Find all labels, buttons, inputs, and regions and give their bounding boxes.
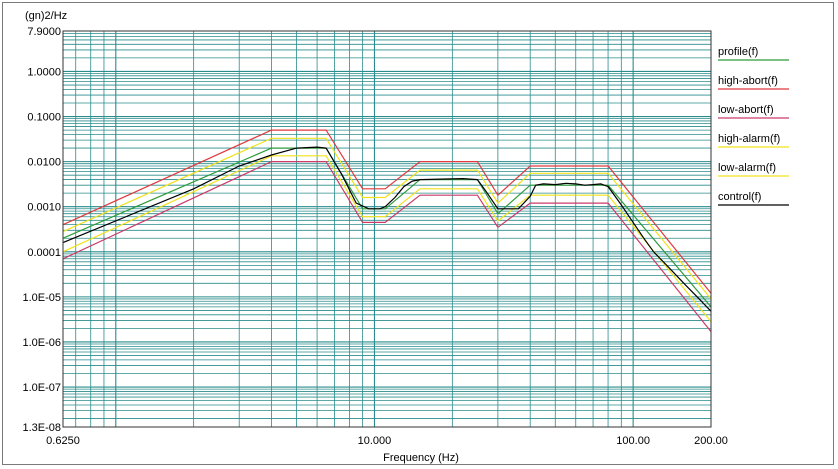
legend-label: high-alarm(f) bbox=[718, 133, 780, 145]
y-tick-labels: 7.9000 1.0000 0.1000 0.0100 0.0010 0.0001 1.0E… bbox=[22, 26, 61, 434]
y-tick-label: 7.9000 bbox=[27, 26, 61, 38]
y-tick-label: 1.0E-05 bbox=[22, 292, 61, 304]
x-tick-labels: 0.6250 10.000 100.00 200.00 bbox=[46, 435, 728, 447]
series-line-high-alarmf bbox=[62, 137, 712, 300]
legend-label: low-alarm(f) bbox=[718, 162, 776, 174]
legend-label: control(f) bbox=[718, 191, 761, 203]
y-tick-label: 0.0100 bbox=[27, 157, 61, 169]
chart-frame: (gn)2/Hz Frequency (Hz) 7.9000 1.0000 0.10… bbox=[2, 2, 834, 465]
legend-label: low-abort(f) bbox=[718, 104, 774, 116]
y-tick-label: 0.0001 bbox=[27, 247, 61, 259]
y-tick-label: 1.0000 bbox=[27, 66, 61, 78]
legend-label: profile(f) bbox=[718, 46, 758, 58]
chart-svg: (gn)2/Hz Frequency (Hz) 7.9000 1.0000 0.10… bbox=[22, 10, 789, 464]
x-tick-label: 200.00 bbox=[694, 435, 728, 447]
x-tick-label: 10.000 bbox=[358, 435, 392, 447]
x-tick-label: 0.6250 bbox=[46, 435, 80, 447]
y-tick-label: 1.0E-07 bbox=[22, 382, 61, 394]
y-tick-label: 1.0E-06 bbox=[22, 337, 61, 349]
legend-label: high-abort(f) bbox=[718, 75, 778, 87]
y-axis-label: (gn)2/Hz bbox=[25, 10, 67, 22]
y-tick-label: 0.0010 bbox=[27, 202, 61, 214]
x-tick-label: 100.00 bbox=[616, 435, 650, 447]
legend: profile(f) high-abort(f) low-abort(f) high-… bbox=[718, 46, 789, 206]
y-tick-label: 1.3E-08 bbox=[22, 422, 61, 434]
plot-area bbox=[62, 30, 712, 428]
series-line-high-abortf bbox=[62, 129, 712, 294]
grid bbox=[63, 31, 712, 427]
y-tick-label: 0.1000 bbox=[27, 112, 61, 124]
x-axis-label: Frequency (Hz) bbox=[383, 452, 459, 464]
